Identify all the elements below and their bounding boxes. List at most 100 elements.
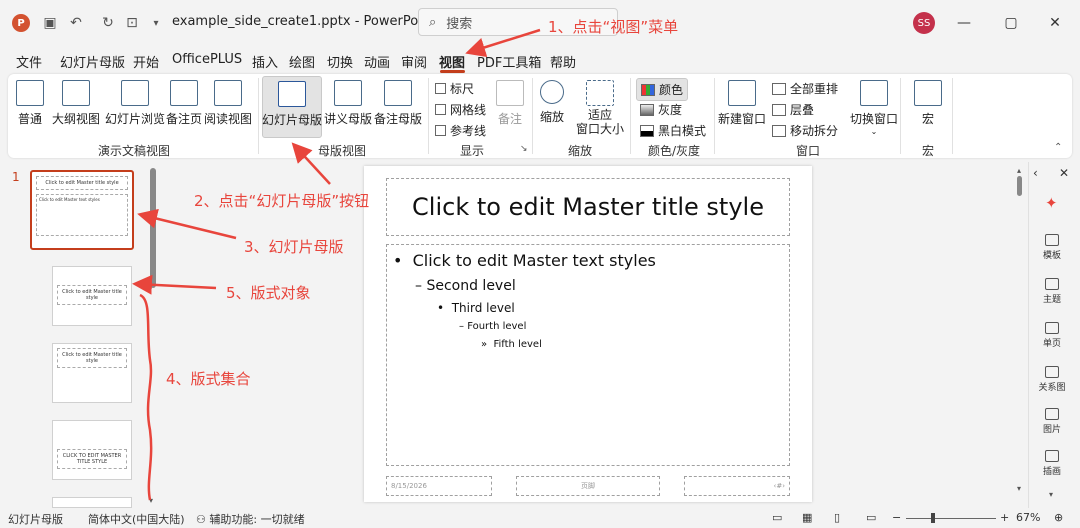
ruler-checkbox[interactable]: 标尺	[435, 80, 474, 97]
group-label-master-views: 母版视图	[318, 144, 367, 158]
normal-view-icon	[16, 80, 44, 106]
notes-master-button[interactable]: 备注母版	[374, 80, 422, 127]
scroll-down-icon[interactable]: ▾	[149, 496, 153, 505]
arrange-all-button[interactable]: 全部重排	[772, 80, 838, 97]
zoom-button[interactable]: 缩放	[540, 80, 564, 125]
grayscale-button[interactable]: 灰度	[640, 101, 682, 118]
master-thumbnail[interactable]: Click to edit Master title style Click t…	[30, 170, 134, 250]
zoom-slider-thumb[interactable]	[931, 513, 935, 523]
menu-file[interactable]: 文件	[16, 52, 42, 71]
menu-help[interactable]: 帮助	[550, 52, 576, 71]
search-placeholder: 搜索	[446, 16, 473, 32]
footer-placeholder[interactable]: 页脚	[516, 476, 660, 496]
slide-master-button[interactable]: 幻灯片母版	[262, 76, 322, 138]
new-window-button[interactable]: 新建窗口	[718, 80, 766, 127]
macros-button[interactable]: 宏	[914, 80, 942, 127]
color-button[interactable]: 颜色	[636, 78, 689, 101]
thumb-title: CLICK TO EDIT MASTER TITLE STYLE	[57, 449, 127, 469]
zoom-in-icon[interactable]: +	[1000, 511, 1009, 524]
layout-thumbnail[interactable]: Click to edit Master title style	[52, 266, 132, 326]
layout-thumbnail[interactable]: Click to edit Master title style	[52, 343, 132, 403]
menu-insert[interactable]: 插入	[252, 52, 278, 71]
collapse-pane-icon[interactable]: ‹	[1033, 166, 1038, 180]
cascade-button[interactable]: 层叠	[772, 101, 814, 118]
present-icon[interactable]: ⊡	[122, 13, 142, 33]
save-icon[interactable]: ▣	[40, 13, 60, 33]
annotation-1: 1、点击“视图”菜单	[548, 18, 679, 36]
zoom-level[interactable]: 67%	[1016, 511, 1040, 524]
normal-view-status-icon[interactable]: ▭	[772, 511, 782, 524]
menu-officeplus[interactable]: OfficePLUS	[172, 52, 242, 67]
view-slide-sorter-button[interactable]: 幻灯片浏览	[105, 80, 165, 127]
fit-slide-icon[interactable]: ⊕	[1054, 511, 1063, 524]
active-tab-underline	[440, 70, 465, 73]
slideshow-status-icon[interactable]: ▭	[866, 511, 876, 524]
date-placeholder[interactable]: 8/15/2026	[386, 476, 492, 496]
menu-home[interactable]: 开始	[133, 52, 159, 71]
menu-transitions[interactable]: 切换	[327, 52, 353, 71]
pane-illustration[interactable]: 插画	[1029, 450, 1075, 477]
close-pane-icon[interactable]: ✕	[1059, 166, 1069, 180]
thumbnail-scrollbar[interactable]	[150, 168, 156, 288]
undo-icon[interactable]: ↶	[66, 13, 86, 33]
pane-picture[interactable]: 图片	[1029, 408, 1075, 435]
view-reading-button[interactable]: 阅读视图	[204, 80, 252, 127]
zoom-slider-track[interactable]	[906, 518, 996, 519]
pane-templates[interactable]: 模板	[1029, 234, 1075, 261]
layout-thumbnail[interactable]: CLICK TO EDIT MASTER TITLE STYLE	[52, 420, 132, 480]
collapse-ribbon-icon[interactable]: ⌃	[1054, 142, 1062, 153]
sorter-view-status-icon[interactable]: ▦	[802, 511, 812, 524]
customize-qat-icon[interactable]: ▾	[146, 13, 166, 33]
scroll-up-icon[interactable]: ▴	[1017, 166, 1021, 175]
magnifier-icon	[540, 80, 564, 104]
main-scrollbar[interactable]: ▴ ▾	[1016, 166, 1024, 494]
dialog-launcher-icon[interactable]: ↘	[520, 144, 528, 154]
maximize-icon[interactable]: ▢	[1000, 12, 1022, 34]
status-view: 幻灯片母版	[8, 513, 63, 526]
status-language[interactable]: 简体中文(中国大陆)	[88, 511, 185, 527]
notes-button[interactable]: 备注	[496, 80, 524, 127]
group-label-zoom: 缩放	[568, 144, 593, 158]
pane-single-page[interactable]: 单页	[1029, 322, 1075, 349]
menu-review[interactable]: 审阅	[401, 52, 427, 71]
view-notes-page-button[interactable]: 备注页	[166, 80, 202, 127]
layout-thumbnail[interactable]	[52, 497, 132, 508]
thumb-title: Click to edit Master title style	[36, 176, 128, 190]
scroll-down-icon[interactable]: ▾	[1017, 484, 1021, 493]
fit-to-window-button[interactable]: 适应 窗口大小	[576, 80, 624, 136]
annotation-2: 2、点击“幻灯片母版”按钮	[194, 192, 370, 210]
view-outline-button[interactable]: 大纲视图	[52, 80, 100, 127]
pane-scroll-down-icon[interactable]: ▾	[1049, 490, 1053, 499]
guides-checkbox[interactable]: 参考线	[435, 122, 486, 139]
reading-view-status-icon[interactable]: ▯	[834, 511, 840, 524]
outline-view-icon	[62, 80, 90, 106]
menu-slide-master[interactable]: 幻灯片母版	[60, 52, 125, 71]
view-normal-button[interactable]: 普通	[16, 80, 44, 127]
menu-draw[interactable]: 绘图	[289, 52, 315, 71]
slide-title: Click to edit Master title style	[412, 193, 764, 221]
slide-number: 1	[12, 170, 20, 184]
handout-master-button[interactable]: 讲义母版	[324, 80, 372, 127]
scroll-thumb[interactable]	[1017, 176, 1022, 196]
slide-number-placeholder[interactable]: ‹#›	[684, 476, 790, 496]
close-icon[interactable]: ✕	[1044, 12, 1066, 34]
redo-icon[interactable]: ↻	[98, 13, 118, 33]
zoom-out-icon[interactable]: −	[892, 511, 901, 524]
menu-animations[interactable]: 动画	[364, 52, 390, 71]
ribbon-separator	[532, 78, 533, 154]
menu-pdf-tools[interactable]: PDF工具箱	[477, 52, 541, 71]
pane-themes[interactable]: 主题	[1029, 278, 1075, 305]
annotation-3: 3、幻灯片母版	[244, 238, 344, 256]
black-white-button[interactable]: 黑白模式	[640, 122, 706, 139]
text-level-3: • Third level	[437, 301, 515, 315]
title-placeholder[interactable]: Click to edit Master title style	[386, 178, 790, 236]
avatar[interactable]: SS	[913, 12, 935, 34]
body-placeholder[interactable]: • Click to edit Master text styles – Sec…	[386, 244, 790, 466]
minimize-icon[interactable]: —	[953, 12, 975, 34]
menu-view[interactable]: 视图	[439, 52, 465, 71]
move-split-button[interactable]: 移动拆分	[772, 122, 838, 139]
gridlines-checkbox[interactable]: 网格线	[435, 101, 486, 118]
switch-window-button[interactable]: 切换窗口 ⌄	[850, 80, 898, 136]
status-accessibility[interactable]: ⚇ 辅助功能: 一切就绪	[196, 511, 305, 527]
pane-diagram[interactable]: 关系图	[1029, 366, 1075, 393]
